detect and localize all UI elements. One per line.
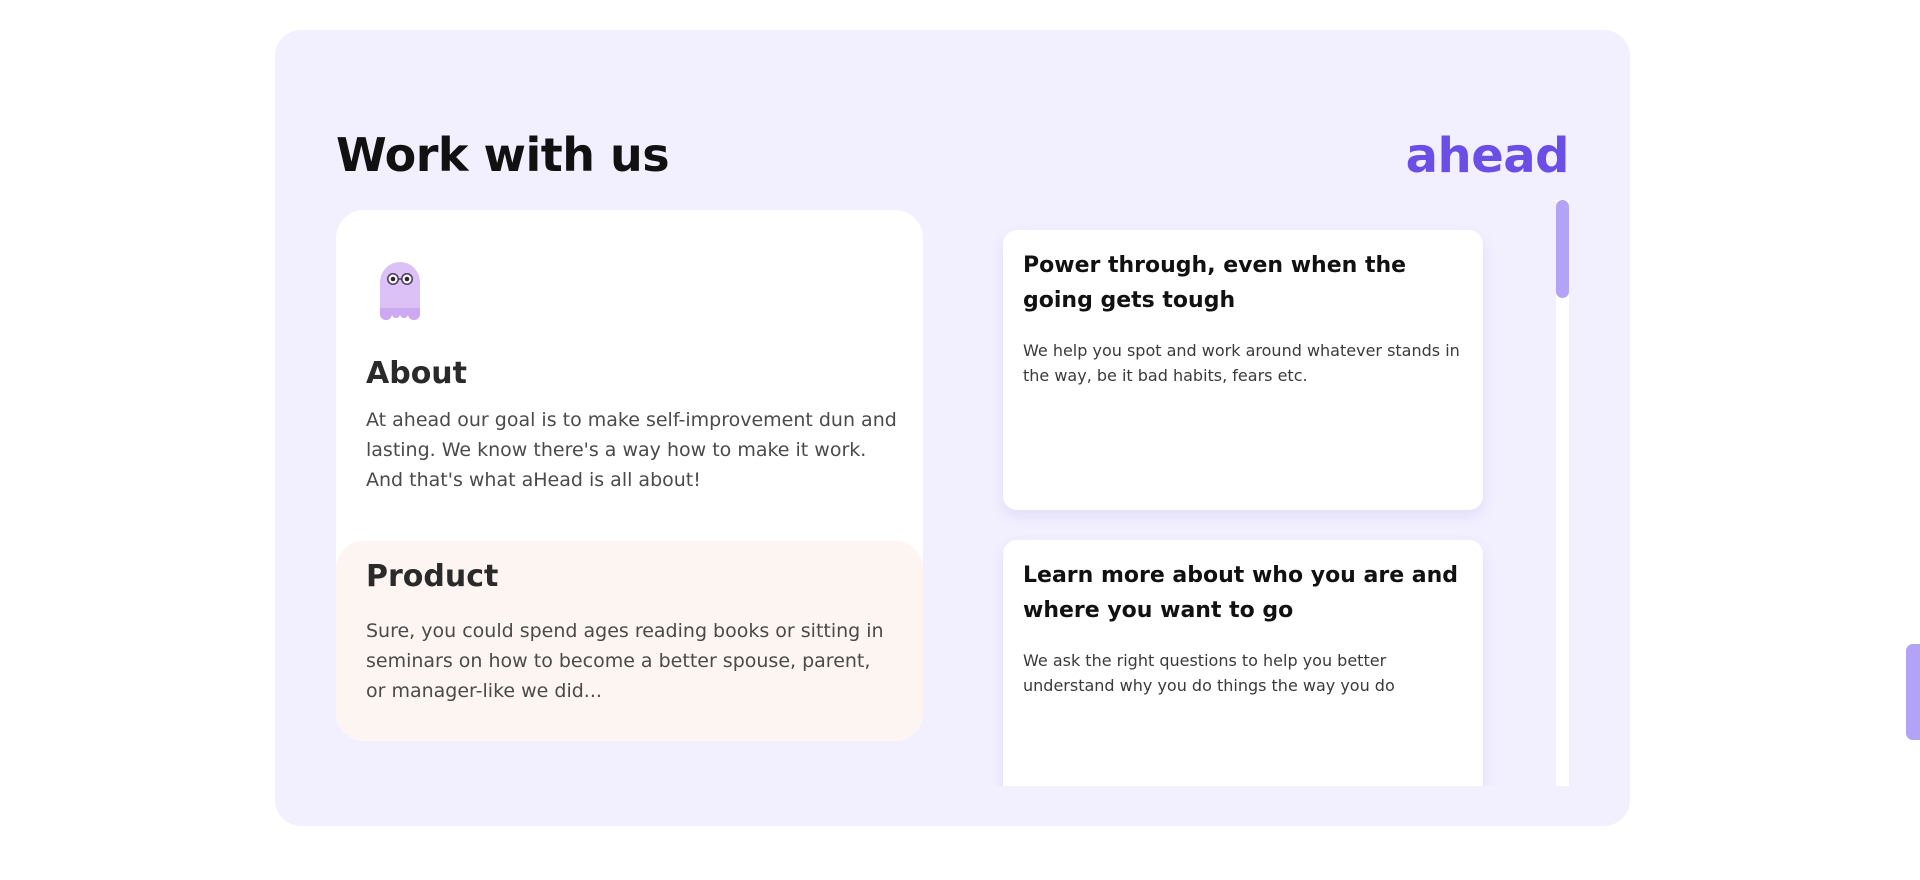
product-card: Product Sure, you could spend ages readi…: [336, 541, 923, 741]
feature-description: We ask the right questions to help you b…: [1023, 651, 1395, 695]
about-heading: About: [366, 356, 468, 391]
feature-card: Learn more about who you are and where y…: [1003, 540, 1483, 786]
about-card: About At ahead our goal is to make self-…: [336, 210, 923, 741]
ghost-mascot-icon: [380, 262, 420, 320]
features-scrollbar-track[interactable]: [1556, 200, 1569, 786]
work-with-us-section: Work with us ahead About At ahead our go…: [275, 30, 1630, 826]
feature-title: Power through, even when the going gets …: [1023, 253, 1407, 313]
page-title: Work with us: [336, 128, 670, 182]
ahead-logo[interactable]: ahead: [1406, 128, 1570, 184]
feature-description: We help you spot and work around whateve…: [1023, 341, 1460, 385]
product-heading: Product: [366, 559, 499, 594]
feature-card: Power through, even when the going gets …: [1003, 230, 1483, 510]
features-scrollbar-thumb[interactable]: [1556, 200, 1569, 298]
about-description: At ahead our goal is to make self-improv…: [366, 409, 897, 491]
feature-title: Learn more about who you are and where y…: [1023, 563, 1459, 623]
page-scrollbar-thumb[interactable]: [1906, 644, 1920, 740]
product-description: Sure, you could spend ages reading books…: [366, 620, 884, 702]
features-feed[interactable]: Power through, even when the going gets …: [993, 200, 1533, 786]
